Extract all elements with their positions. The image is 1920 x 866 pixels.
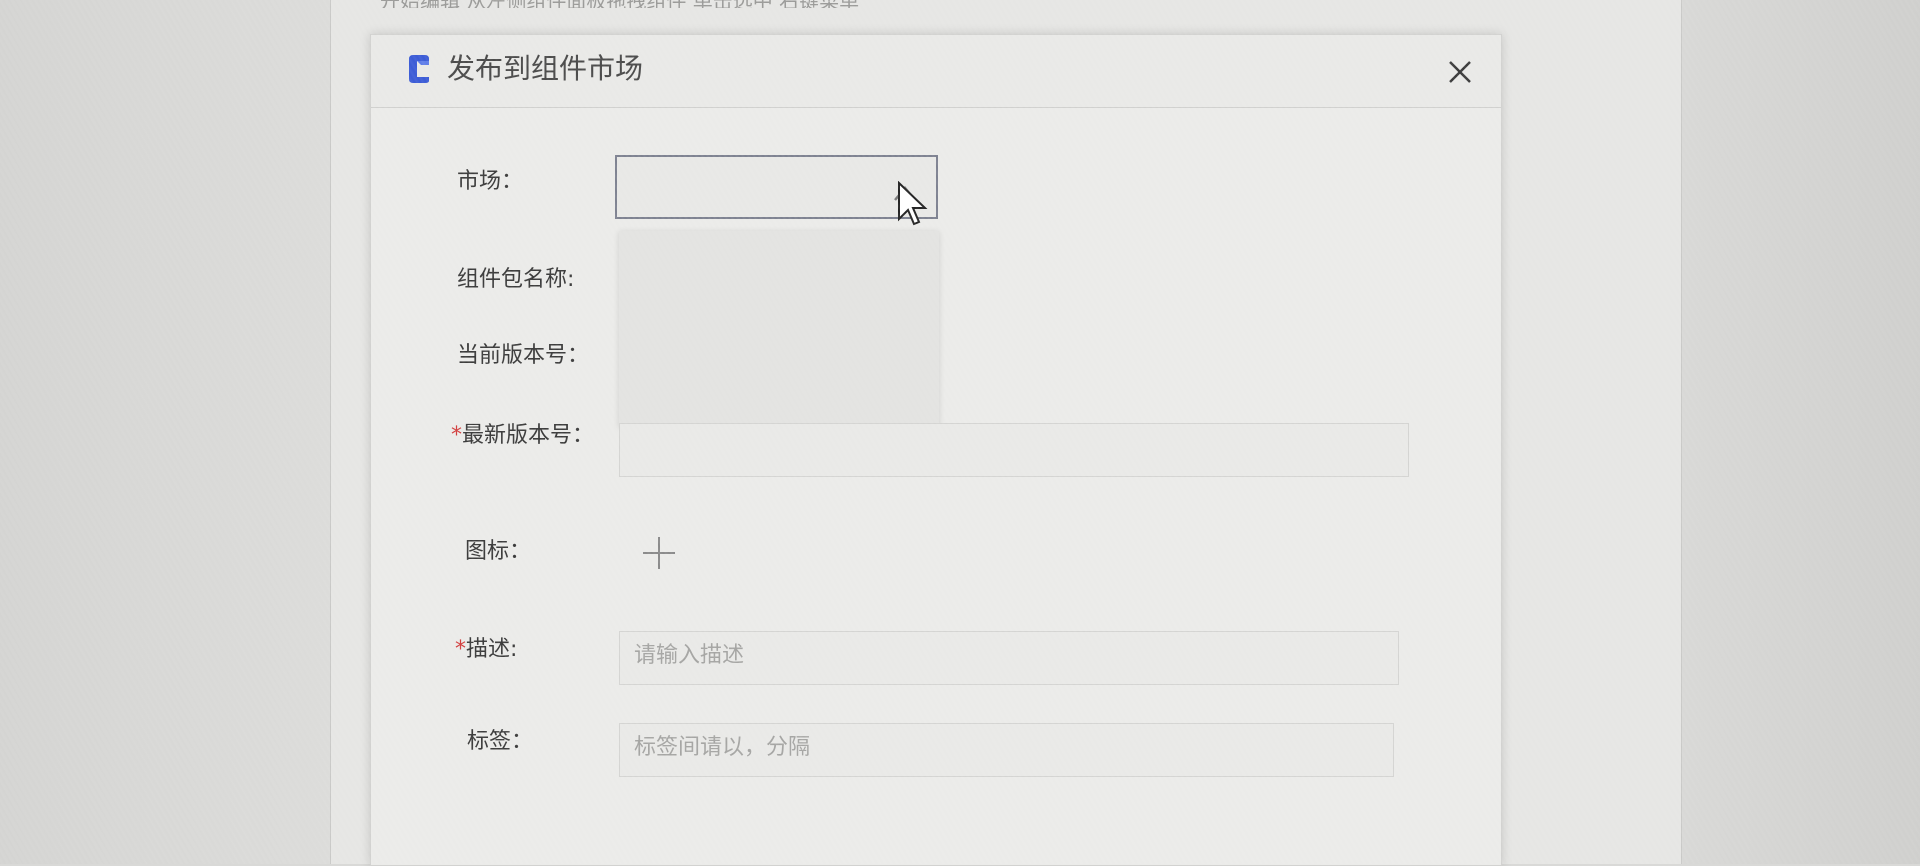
description-label: *描述:	[455, 635, 517, 665]
icon-label: 图标：	[465, 539, 532, 564]
latest-version-label-text: 最新版本号：	[462, 423, 595, 448]
latest-version-input[interactable]	[619, 423, 1409, 477]
dialog-header: 发布到组件市场	[371, 35, 1501, 108]
dialog-title: 发布到组件市场	[447, 52, 644, 85]
close-icon[interactable]	[1443, 55, 1477, 89]
current-version-label: 当前版本号：	[457, 343, 590, 368]
publish-dialog: 发布到组件市场 市场： 组件包名称: 当前版本号： *最新版本号： 图标： *描…	[370, 34, 1502, 866]
required-mark: *	[455, 637, 466, 662]
latest-version-label: *最新版本号：	[451, 421, 594, 451]
description-input[interactable]: 请输入描述	[619, 631, 1399, 685]
description-label-text: 描述:	[466, 637, 518, 662]
plus-icon[interactable]	[639, 533, 679, 573]
required-mark: *	[451, 423, 462, 448]
background-window-text: 开始编辑 从左侧组件面板拖拽组件 单击选中 右键菜单	[380, 0, 1080, 8]
tags-input[interactable]: 标签间请以，分隔	[619, 723, 1394, 777]
mouse-cursor-icon	[898, 181, 928, 226]
package-name-label: 组件包名称:	[457, 267, 575, 292]
market-label: 市场：	[457, 169, 524, 194]
app-logo-icon	[409, 55, 429, 83]
tags-label: 标签：	[467, 729, 534, 754]
market-dropdown-panel[interactable]	[619, 231, 939, 427]
